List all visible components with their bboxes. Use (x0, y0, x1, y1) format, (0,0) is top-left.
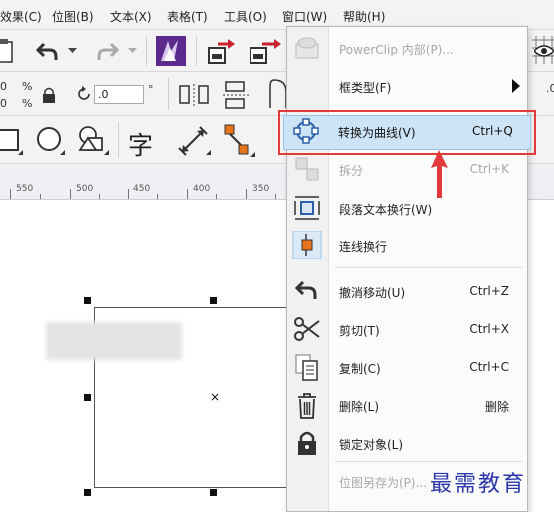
menu-item-connector-wrap[interactable]: 连线换行 (287, 227, 527, 263)
import-icon[interactable] (206, 38, 236, 66)
menu-item-powerclip-inside[interactable]: PowerClip 内部(P)... (287, 30, 527, 66)
menu-table[interactable]: 表格(T) (167, 8, 208, 25)
degree-label: ° (148, 83, 154, 96)
selection-handle[interactable] (84, 394, 91, 401)
powerclip-icon (295, 37, 319, 59)
selection-handle[interactable] (84, 297, 91, 304)
wrap-paragraph-text-icon (294, 196, 320, 220)
object-center-marker: × (210, 390, 221, 404)
scissors-icon (294, 317, 320, 341)
export-icon[interactable] (250, 38, 284, 66)
ruler-label: 350 (252, 184, 270, 194)
corel-launcher-icon[interactable] (156, 36, 186, 66)
ruler-label: 550 (16, 184, 34, 194)
break-apart-icon (295, 157, 319, 181)
text-tool-icon[interactable]: 字 (128, 126, 153, 162)
selection-handle[interactable] (210, 297, 217, 304)
annotation-arrow-icon (431, 150, 448, 198)
menu-text[interactable]: 文本(X) (110, 8, 152, 25)
menu-help[interactable]: 帮助(H) (343, 8, 385, 25)
right-edge-value: .0 (546, 82, 554, 95)
mirror-vertical-icon[interactable] (222, 80, 252, 110)
undo-dropdown-icon[interactable] (68, 48, 77, 54)
paste-icon[interactable] (0, 38, 16, 64)
lock-ratio-icon[interactable] (42, 86, 56, 104)
view-eye-icon[interactable] (534, 44, 554, 58)
menu-item-lock-object[interactable]: 锁定对象(L) (287, 425, 527, 461)
menu-item-copy[interactable]: 复制(C) Ctrl+C (287, 349, 527, 385)
copy-icon (295, 354, 318, 381)
dimension-tool-icon[interactable] (178, 126, 208, 156)
redo-icon[interactable] (95, 40, 119, 62)
menu-item-convert-to-curves-highlighted[interactable]: 转换为曲线(V) Ctrl+Q (286, 113, 526, 149)
lock-icon (298, 431, 316, 455)
scale-percent-label-2: % (22, 97, 33, 110)
watermark-text: 最需教育 (430, 472, 527, 497)
blurred-text-object[interactable] (46, 322, 182, 360)
undo-icon (294, 280, 317, 299)
selection-handle[interactable] (84, 489, 91, 496)
connector-tool-icon[interactable] (222, 122, 252, 158)
menu-item-break-apart[interactable]: 拆分 Ctrl+K (287, 151, 527, 187)
menu-tools[interactable]: 工具(O) (224, 8, 267, 25)
context-menu: PowerClip 内部(P)... 框类型(F) 转换为曲线(V) Ctrl+… (286, 26, 528, 512)
redo-dropdown-icon[interactable] (128, 48, 137, 54)
mirror-horizontal-icon[interactable] (178, 82, 212, 108)
menu-effects[interactable]: 效果(C) (0, 8, 42, 25)
scale-percent-label: % (22, 80, 33, 93)
trash-icon (298, 393, 316, 419)
selection-handle[interactable] (210, 489, 217, 496)
ruler-label: 450 (133, 184, 151, 194)
rotate-icon (78, 86, 90, 100)
convert-to-curves-icon (293, 118, 319, 144)
wrap-text-icon[interactable] (268, 78, 288, 112)
ruler-label: 500 (76, 184, 94, 194)
rotation-angle-input[interactable]: .0 (94, 85, 144, 104)
menu-item-undo-move[interactable]: 撤消移动(U) Ctrl+Z (287, 273, 527, 309)
submenu-arrow-icon (512, 79, 520, 93)
menu-item-delete[interactable]: 删除(L) 删除 (287, 387, 527, 423)
menu-item-frame-type[interactable]: 框类型(F) (287, 68, 527, 104)
size-value-bottom[interactable]: 0 (0, 97, 7, 110)
size-value-top[interactable]: 0 (0, 80, 7, 93)
menu-bitmaps[interactable]: 位图(B) (52, 8, 94, 25)
menu-window[interactable]: 窗口(W) (282, 8, 327, 25)
connector-wrap-icon (292, 231, 322, 259)
undo-icon[interactable] (36, 40, 60, 62)
ruler-label: 400 (193, 184, 211, 194)
menu-item-cut[interactable]: 剪切(T) Ctrl+X (287, 311, 527, 347)
menu-item-wrap-paragraph-text[interactable]: 段落文本换行(W) (287, 190, 527, 226)
